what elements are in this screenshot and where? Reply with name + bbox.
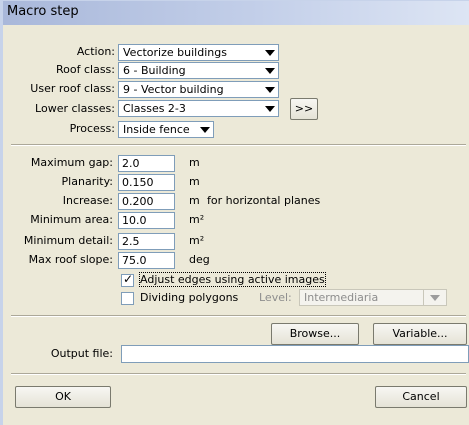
planarity-label: Planarity: bbox=[61, 175, 113, 188]
process-dropdown[interactable]: Inside fence bbox=[118, 121, 214, 138]
ok-button[interactable]: OK bbox=[15, 386, 111, 408]
maximum-gap-label: Maximum gap: bbox=[30, 156, 113, 169]
action-label: Action: bbox=[76, 45, 115, 58]
level-label: Level: bbox=[259, 291, 292, 304]
dividing-polygons-label[interactable]: Dividing polygons bbox=[140, 291, 238, 304]
action-dropdown[interactable]: Vectorize buildings bbox=[118, 44, 279, 61]
chevron-down-icon bbox=[265, 87, 275, 93]
increase-input[interactable]: 0.200 bbox=[118, 193, 175, 210]
chevron-down-icon bbox=[200, 127, 210, 133]
title-bar[interactable]: Macro step bbox=[3, 1, 469, 25]
planarity-unit: m bbox=[189, 175, 200, 188]
increase-unit: m bbox=[189, 194, 200, 207]
user-roof-class-dropdown[interactable]: 9 - Vector building bbox=[118, 81, 279, 98]
divider bbox=[11, 315, 466, 317]
maximum-gap-unit: m bbox=[189, 156, 200, 169]
dividing-polygons-checkbox[interactable] bbox=[121, 292, 134, 305]
maximum-gap-input[interactable]: 2.0 bbox=[118, 155, 175, 172]
increase-label: Increase: bbox=[62, 194, 113, 207]
minimum-detail-unit: m² bbox=[189, 234, 205, 247]
user-roof-class-label: User roof class: bbox=[30, 82, 115, 95]
roof-class-label: Roof class: bbox=[56, 63, 115, 76]
lower-classes-label: Lower classes: bbox=[35, 102, 115, 115]
output-file-input[interactable] bbox=[121, 345, 469, 363]
increase-note: for horizontal planes bbox=[207, 194, 321, 207]
chevron-down-icon bbox=[265, 50, 275, 56]
minimum-detail-label: Minimum detail: bbox=[23, 234, 113, 247]
minimum-area-label: Minimum area: bbox=[30, 213, 113, 226]
minimum-area-unit: m² bbox=[189, 213, 205, 226]
level-value: Intermediaria bbox=[304, 291, 379, 304]
minimum-detail-value: 2.5 bbox=[122, 235, 140, 248]
max-roof-slope-label: Max roof slope: bbox=[28, 253, 113, 266]
maximum-gap-value: 2.0 bbox=[122, 157, 140, 170]
chevron-down-icon bbox=[430, 295, 440, 301]
lower-classes-more-button[interactable]: >> bbox=[290, 98, 318, 120]
action-value: Vectorize buildings bbox=[123, 46, 227, 59]
roof-class-value: 6 - Building bbox=[123, 64, 186, 77]
cancel-button[interactable]: Cancel bbox=[375, 386, 467, 408]
minimum-detail-input[interactable]: 2.5 bbox=[118, 233, 175, 250]
adjust-edges-label[interactable]: Adjust edges using active images bbox=[139, 272, 326, 287]
chevron-down-icon bbox=[265, 68, 275, 74]
chevron-down-icon bbox=[265, 106, 275, 112]
user-roof-class-value: 9 - Vector building bbox=[123, 83, 224, 96]
checkmark-icon: ✓ bbox=[123, 272, 134, 286]
browse-button[interactable]: Browse... bbox=[271, 323, 359, 345]
max-roof-slope-input[interactable]: 75.0 bbox=[118, 252, 175, 269]
variable-button[interactable]: Variable... bbox=[373, 323, 467, 345]
increase-value: 0.200 bbox=[122, 195, 154, 208]
minimum-area-input[interactable]: 10.0 bbox=[118, 212, 175, 229]
level-dropdown[interactable]: Intermediaria bbox=[299, 289, 447, 306]
process-value: Inside fence bbox=[123, 123, 190, 136]
lower-classes-value: Classes 2-3 bbox=[123, 102, 186, 115]
planarity-value: 0.150 bbox=[122, 176, 154, 189]
output-file-label: Output file: bbox=[50, 347, 113, 360]
max-roof-slope-value: 75.0 bbox=[122, 254, 147, 267]
minimum-area-value: 10.0 bbox=[122, 214, 147, 227]
process-label: Process: bbox=[69, 122, 115, 135]
adjust-edges-checkbox[interactable]: ✓ bbox=[121, 272, 134, 287]
planarity-input[interactable]: 0.150 bbox=[118, 174, 175, 191]
dialog-window: Macro step Action: Vectorize buildings R… bbox=[0, 0, 469, 425]
divider bbox=[11, 144, 466, 146]
max-roof-slope-unit: deg bbox=[189, 253, 210, 266]
divider bbox=[11, 373, 466, 375]
window-title: Macro step bbox=[7, 4, 79, 19]
roof-class-dropdown[interactable]: 6 - Building bbox=[118, 62, 279, 79]
lower-classes-dropdown[interactable]: Classes 2-3 bbox=[118, 100, 279, 117]
